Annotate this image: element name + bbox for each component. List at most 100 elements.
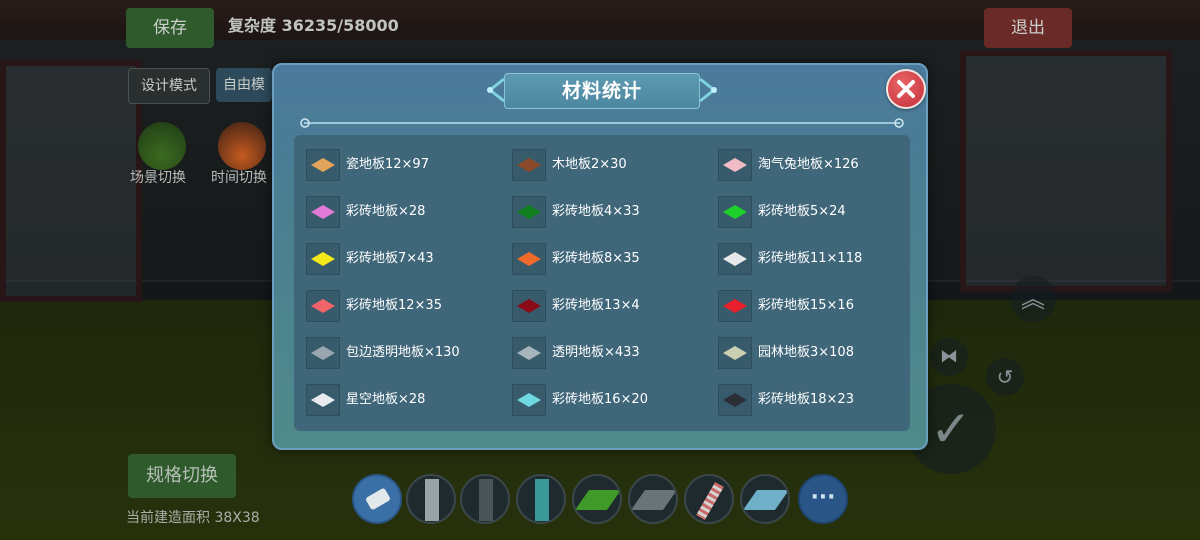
rotate-icon[interactable]: ↺ — [986, 358, 1024, 396]
tile-swatch — [311, 393, 335, 407]
tile-swatch — [723, 299, 747, 313]
material-label: 彩砖地板7×43 — [346, 251, 434, 266]
eraser-tool[interactable] — [352, 474, 402, 524]
floor-tile-icon — [512, 337, 546, 369]
material-label: 透明地板×433 — [552, 345, 640, 360]
floor-tile-icon — [512, 243, 546, 275]
material-label: 木地板2×30 — [552, 157, 627, 172]
time-switch-button[interactable] — [218, 122, 266, 170]
scene-switch-button[interactable] — [138, 122, 186, 170]
floor-tile-icon — [718, 243, 752, 275]
tool-slot-pattern[interactable] — [740, 474, 790, 524]
material-item: 彩砖地板4×33 — [512, 194, 712, 230]
material-label: 彩砖地板12×35 — [346, 298, 442, 313]
tile-swatch — [723, 158, 747, 172]
divider-line — [304, 122, 900, 124]
tile-swatch — [311, 299, 335, 313]
pillar-icon — [535, 479, 549, 521]
tool-slot-pillar-dark[interactable] — [460, 474, 510, 524]
mirror-icon[interactable]: ⧓ — [930, 338, 968, 376]
title-ribbon: 材料统计 — [504, 73, 700, 109]
tile-swatch — [723, 252, 747, 266]
material-label: 彩砖地板11×118 — [758, 251, 863, 266]
floor-tile-icon — [306, 337, 340, 369]
exit-button[interactable]: 退出 — [984, 8, 1072, 48]
save-button[interactable]: 保存 — [126, 8, 214, 48]
material-item: 淘气兔地板×126 — [718, 147, 918, 183]
free-mode-button[interactable]: 自由模 — [216, 68, 272, 102]
dialog-title: 材料统计 — [561, 80, 642, 102]
floor-tile-icon — [306, 384, 340, 416]
material-item: 彩砖地板8×35 — [512, 241, 712, 277]
tool-slot-pillar-grey[interactable] — [406, 474, 456, 524]
material-item: 彩砖地板11×118 — [718, 241, 918, 277]
floor-tile-icon — [718, 290, 752, 322]
tile-swatch — [517, 205, 541, 219]
material-label: 瓷地板12×97 — [346, 157, 429, 172]
grass-tile-icon — [574, 490, 620, 510]
floor-tile-icon — [718, 384, 752, 416]
material-label: 彩砖地板15×16 — [758, 298, 854, 313]
tile-swatch — [517, 299, 541, 313]
floor-tile-icon — [718, 337, 752, 369]
tool-slot-grass[interactable] — [572, 474, 622, 524]
floor-tile-icon — [306, 149, 340, 181]
more-button[interactable]: ··· — [798, 474, 848, 524]
floor-tile-icon — [306, 196, 340, 228]
material-item: 彩砖地板12×35 — [306, 288, 506, 324]
floor-tile-icon — [512, 196, 546, 228]
floor-tile-icon — [512, 149, 546, 181]
pillar-icon — [479, 479, 493, 521]
tool-slot-pillar-teal[interactable] — [516, 474, 566, 524]
divider-knob-left-icon — [300, 118, 310, 128]
material-label: 星空地板×28 — [346, 392, 426, 407]
material-item: 园林地板3×108 — [718, 335, 918, 371]
material-item: 彩砖地板13×4 — [512, 288, 712, 324]
material-item: 彩砖地板7×43 — [306, 241, 506, 277]
material-item: 彩砖地板16×20 — [512, 382, 712, 418]
material-label: 彩砖地板13×4 — [552, 298, 640, 313]
design-mode-button[interactable]: 设计模式 — [128, 68, 210, 104]
time-switch-label: 时间切换 — [211, 170, 267, 186]
material-item: 彩砖地板15×16 — [718, 288, 918, 324]
material-item: 透明地板×433 — [512, 335, 712, 371]
tile-swatch — [311, 252, 335, 266]
floor-tile-icon — [718, 149, 752, 181]
material-item: 包边透明地板×130 — [306, 335, 506, 371]
tool-slot-stairs[interactable] — [684, 474, 734, 524]
tile-swatch — [311, 158, 335, 172]
tile-swatch — [311, 346, 335, 360]
floor-tile-icon — [512, 290, 546, 322]
complexity-counter: 复杂度 36235/58000 — [228, 16, 399, 35]
material-label: 彩砖地板4×33 — [552, 204, 640, 219]
material-label: 彩砖地板8×35 — [552, 251, 640, 266]
material-item: 星空地板×28 — [306, 382, 506, 418]
tile-swatch — [517, 393, 541, 407]
material-stats-dialog: 材料统计 瓷地板12×97 木地板2×30 淘气兔地板×126 彩砖地板×28 彩砖地板… — [272, 63, 928, 450]
tile-swatch — [723, 205, 747, 219]
material-item: 彩砖地板5×24 — [718, 194, 918, 230]
tool-slot-stone[interactable] — [628, 474, 678, 524]
floor-tile-icon — [306, 290, 340, 322]
ornament-right-icon — [699, 77, 717, 103]
materials-panel: 瓷地板12×97 木地板2×30 淘气兔地板×126 彩砖地板×28 彩砖地板4×33 彩… — [294, 135, 910, 431]
tile-swatch — [517, 252, 541, 266]
spec-switch-button[interactable]: 规格切换 — [128, 454, 236, 498]
material-item: 木地板2×30 — [512, 147, 712, 183]
tile-swatch — [517, 346, 541, 360]
raise-up-icon[interactable]: ︽ — [1010, 276, 1056, 322]
floor-tile-icon — [718, 196, 752, 228]
close-icon — [897, 80, 915, 98]
build-area-label: 当前建造面积 38X38 — [126, 510, 260, 526]
material-label: 彩砖地板18×23 — [758, 392, 854, 407]
stone-tile-icon — [630, 490, 676, 510]
material-label: 彩砖地板5×24 — [758, 204, 846, 219]
tile-swatch — [311, 205, 335, 219]
pattern-tile-icon — [742, 490, 788, 510]
scene-switch-label: 场景切换 — [130, 170, 186, 186]
material-label: 淘气兔地板×126 — [758, 157, 859, 172]
close-button[interactable] — [886, 69, 926, 109]
tile-swatch — [517, 158, 541, 172]
eraser-icon — [364, 487, 392, 511]
stairs-icon — [696, 482, 724, 520]
